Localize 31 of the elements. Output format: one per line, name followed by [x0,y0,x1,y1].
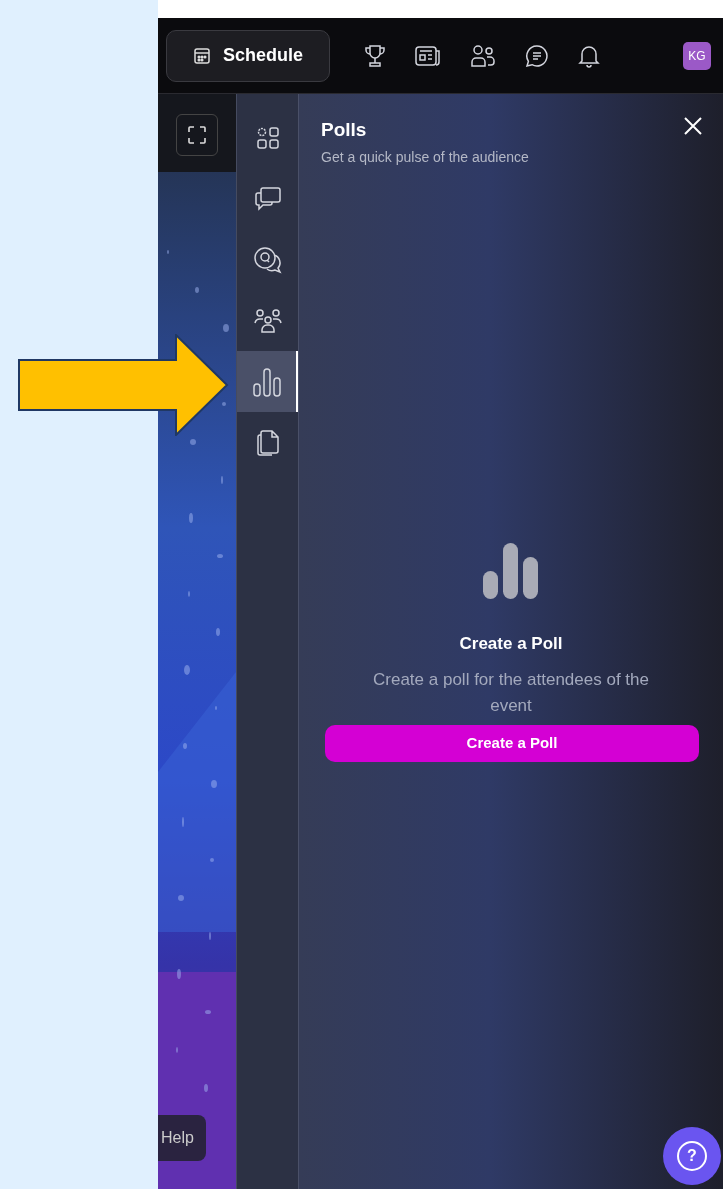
chat-bubble-icon [525,43,549,68]
bell-button[interactable] [578,43,600,68]
empty-state-title: Create a Poll [459,633,563,655]
bell-icon [578,43,600,68]
group-icon [253,307,282,334]
fullscreen-button[interactable] [176,114,218,156]
question-bubbles-icon [252,245,283,274]
chat-bubbles-icon [253,185,282,212]
close-icon [683,116,703,136]
empty-state-text: Create a poll for the attendees of the event [372,668,650,717]
sidebar-tab[interactable] [237,351,298,412]
panel-title: Polls [321,118,367,142]
documents-icon [255,428,280,457]
chat-bubble-button[interactable] [525,43,549,68]
apps-icon [255,125,280,150]
bar-chart-icon [483,543,539,599]
schedule-button[interactable]: Schedule [166,29,330,82]
trophy-icon [364,43,386,68]
help-button[interactable]: ? [663,1127,721,1185]
create-poll-button[interactable]: Create a Poll [325,724,699,762]
user-avatar[interactable]: KG [683,41,711,70]
people-button[interactable] [470,43,496,68]
calendar-icon [193,46,211,65]
help-tab[interactable]: Help [158,1115,206,1161]
trophy-button[interactable] [364,43,386,68]
newspaper-button[interactable] [415,44,441,67]
panel-subtitle: Get a quick pulse of the audience [321,148,529,167]
poll-icon [251,366,282,397]
newspaper-icon [415,44,441,67]
fullscreen-icon [187,125,207,145]
people-icon [470,43,496,68]
